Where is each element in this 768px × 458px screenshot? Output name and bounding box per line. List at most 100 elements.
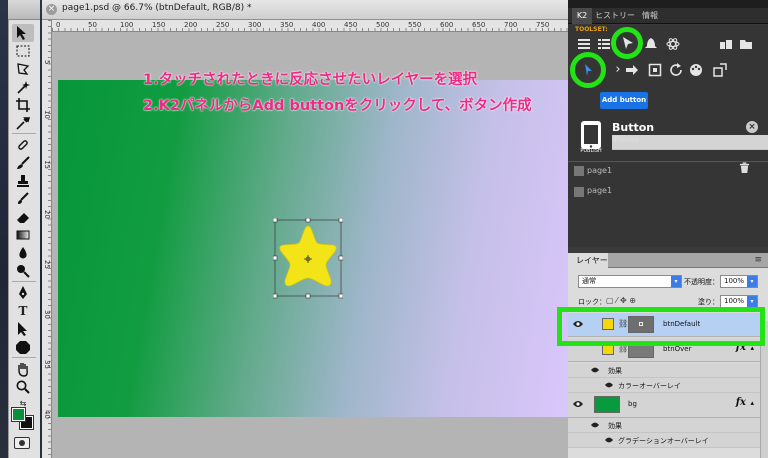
foreground-color-swatch[interactable]: [11, 407, 26, 422]
crop-tool[interactable]: [12, 96, 34, 114]
ruler-tick-label: 200: [184, 21, 198, 29]
close-document-icon[interactable]: ×: [46, 4, 57, 15]
atom-icon[interactable]: [665, 37, 681, 51]
bell-icon[interactable]: [643, 37, 659, 51]
history-brush-tool[interactable]: [12, 190, 34, 208]
document-tab[interactable]: × page1.psd @ 66.7% (btnDefault, RGB/8) …: [42, 0, 568, 20]
ruler-tick-label: 10: [43, 110, 51, 119]
k2-panel: TOOLSET: › Add button PUBLISH Button iPh…: [568, 25, 768, 247]
touch-button-icon[interactable]: [581, 63, 597, 77]
fx-icon[interactable]: fx: [736, 397, 746, 408]
lasso-tool[interactable]: [12, 60, 34, 78]
panel-menu-icon[interactable]: ≡: [754, 253, 762, 268]
tab-history[interactable]: ヒストリー: [594, 8, 636, 24]
add-button-button[interactable]: Add button: [600, 92, 648, 109]
trash-icon[interactable]: [739, 162, 750, 176]
blend-mode-select[interactable]: 通常 ▾: [578, 275, 682, 288]
ruler-tick-label: 15: [43, 160, 51, 169]
tools-panel-grip[interactable]: [8, 0, 40, 20]
dodge-tool[interactable]: [12, 262, 34, 280]
brush-tool[interactable]: [12, 154, 34, 172]
eraser-tool[interactable]: [12, 208, 34, 226]
frame-icon[interactable]: [647, 63, 663, 77]
effects-label: 効果: [608, 422, 622, 430]
button-card-title: Button: [612, 121, 655, 134]
grid-list-icon[interactable]: [596, 37, 612, 51]
opacity-field[interactable]: 100% ▾: [720, 275, 758, 288]
tab-layers[interactable]: レイヤー: [568, 253, 608, 268]
page-item[interactable]: page1: [587, 166, 612, 175]
ruler-tick-label: 500: [376, 21, 390, 29]
resize-icon[interactable]: [712, 63, 728, 77]
layers-panel-tabs: レイヤー ≡: [568, 253, 768, 268]
effect-name: グラデーションオーバーレイ: [618, 437, 709, 445]
chevron-down-icon: ▾: [747, 276, 757, 287]
palette-icon[interactable]: [688, 63, 704, 77]
page-item[interactable]: page1: [587, 186, 612, 195]
path-selection-tool[interactable]: [12, 320, 34, 338]
hand-tool[interactable]: [12, 360, 34, 378]
collapse-effects-icon[interactable]: ▴: [750, 399, 754, 407]
effect-name: カラーオーバーレイ: [618, 382, 681, 390]
shape-tool[interactable]: [12, 338, 34, 356]
highlight-ring: [611, 27, 643, 59]
layer-name: bg: [628, 400, 637, 408]
quick-mask-icon[interactable]: [14, 437, 30, 449]
gradient-tool[interactable]: [12, 226, 34, 244]
layer-name: btnOver: [663, 345, 692, 353]
ruler-tick-label: 35: [43, 360, 51, 369]
tab-info[interactable]: 情報: [638, 8, 662, 24]
layer-row-bg[interactable]: bg fx ▴: [568, 393, 760, 418]
healing-brush-tool[interactable]: [12, 136, 34, 154]
ruler-tick-label: 350: [280, 21, 294, 29]
marquee-tool[interactable]: [12, 42, 34, 60]
eyedropper-tool[interactable]: [12, 114, 34, 132]
refresh-icon[interactable]: [668, 63, 684, 77]
chevron-down-icon: ▾: [671, 276, 681, 287]
pen-tool[interactable]: [12, 284, 34, 302]
type-tool[interactable]: T: [12, 302, 34, 320]
blur-tool[interactable]: [12, 244, 34, 262]
opacity-label: 不透明度：: [684, 278, 719, 286]
page-thumbnail: [574, 166, 584, 176]
star-layer-with-transform-box[interactable]: [273, 218, 343, 300]
document-canvas[interactable]: [58, 80, 568, 417]
ruler-tick-label: 40: [43, 410, 51, 419]
ruler-tick-label: 400: [312, 21, 326, 29]
effect-row-color-overlay[interactable]: カラーオーバーレイ: [568, 378, 760, 393]
effects-row[interactable]: 効果: [568, 363, 760, 378]
move-tool[interactable]: [12, 24, 34, 42]
right-panel-dock: K2 ヒストリー 情報 TOOLSET: › Add button PUBLIS…: [568, 0, 768, 458]
ruler-tick-label: 550: [408, 21, 422, 29]
ruler-vertical: 5 10 15 20 25 30 35 40: [42, 20, 52, 458]
ruler-horizontal: 0 50 100 150 200 250 300 350 400 450 500…: [52, 20, 568, 32]
zoom-tool[interactable]: [12, 378, 34, 396]
remove-button-icon[interactable]: ×: [746, 121, 758, 133]
effects-row[interactable]: 効果: [568, 418, 760, 433]
magic-wand-tool[interactable]: [12, 78, 34, 96]
folder-icon[interactable]: [738, 37, 754, 51]
button-card[interactable]: PUBLISH Button iPhone ×: [574, 117, 768, 159]
k2-panel-tabs: K2 ヒストリー 情報: [568, 8, 768, 24]
effects-label: 効果: [608, 367, 622, 375]
ruler-tick-label: 700: [504, 21, 518, 29]
effect-row-gradient-overlay[interactable]: グラデーションオーバーレイ: [568, 433, 760, 448]
panel-dock-header[interactable]: [568, 0, 768, 8]
layers-panel: レイヤー ≡ 通常 ▾ 不透明度： 100% ▾ ロック： ▢ ⁄ ✥ ⊕ 塗り…: [568, 253, 768, 458]
ruler-tick-label: 250: [216, 21, 230, 29]
layer-color-thumb: [594, 396, 620, 413]
group-icon[interactable]: [718, 37, 734, 51]
list-icon[interactable]: [576, 37, 592, 51]
tab-k2[interactable]: K2: [572, 8, 592, 24]
highlight-rectangle: [557, 307, 765, 346]
button-card-subtitle: iPhone: [612, 135, 768, 150]
chevron-down-icon: ▾: [747, 296, 757, 307]
clone-stamp-tool[interactable]: [12, 172, 34, 190]
arrow-action-icon[interactable]: [624, 63, 640, 77]
visibility-eye-icon[interactable]: [604, 381, 614, 389]
visibility-eye-icon[interactable]: [590, 421, 600, 429]
visibility-eye-icon[interactable]: [604, 436, 614, 444]
visibility-eye-icon[interactable]: [572, 399, 584, 409]
visibility-eye-icon[interactable]: [590, 366, 600, 374]
ruler-tick-label: 750: [536, 21, 550, 29]
